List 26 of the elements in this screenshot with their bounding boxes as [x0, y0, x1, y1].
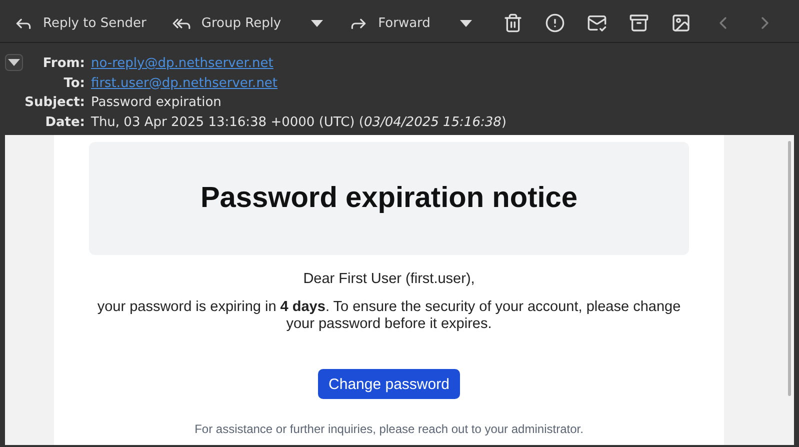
caret-icon	[8, 59, 20, 66]
change-password-button[interactable]: Change password	[318, 369, 460, 399]
email-link[interactable]: first.user@dp.nethserver.net	[91, 74, 506, 93]
header-label: Subject:	[24, 94, 85, 112]
trash-icon	[503, 13, 524, 33]
footer-text: For assistance or further inquiries, please reach out to your administrator.	[194, 422, 584, 436]
email-link[interactable]: no-reply@dp.nethserver.net	[91, 54, 506, 74]
image-icon	[671, 13, 692, 33]
body-text: your password is expiring in 4 days. To ensure the security of your account, please change your password before it expires.	[96, 299, 682, 333]
toolbar-button[interactable]: Group Reply	[166, 8, 288, 38]
greeting-text: Dear First User (first.user),	[302, 271, 476, 288]
archive-icon	[629, 13, 650, 33]
header-value: Password expiration	[91, 94, 222, 112]
header-value: Thu, 03 Apr 2025 13:16:38 +0000 (UTC) (03/04/2025 15:16:38)	[91, 114, 506, 132]
scrollbar[interactable]	[788, 141, 791, 396]
header-label: From:	[42, 55, 85, 73]
mail-check-icon	[587, 13, 608, 33]
message-heading: Password expiration notice	[200, 182, 578, 215]
expand-toggle[interactable]	[5, 54, 23, 71]
header-label: Date:	[44, 114, 85, 132]
caret-icon	[311, 20, 324, 26]
toolbar-button[interactable]: Forward	[343, 8, 436, 38]
header-label: To:	[62, 74, 85, 92]
alert-icon	[545, 13, 566, 33]
toolbar-button[interactable]: Reply to Sender	[8, 8, 152, 38]
caret-icon	[460, 20, 472, 26]
